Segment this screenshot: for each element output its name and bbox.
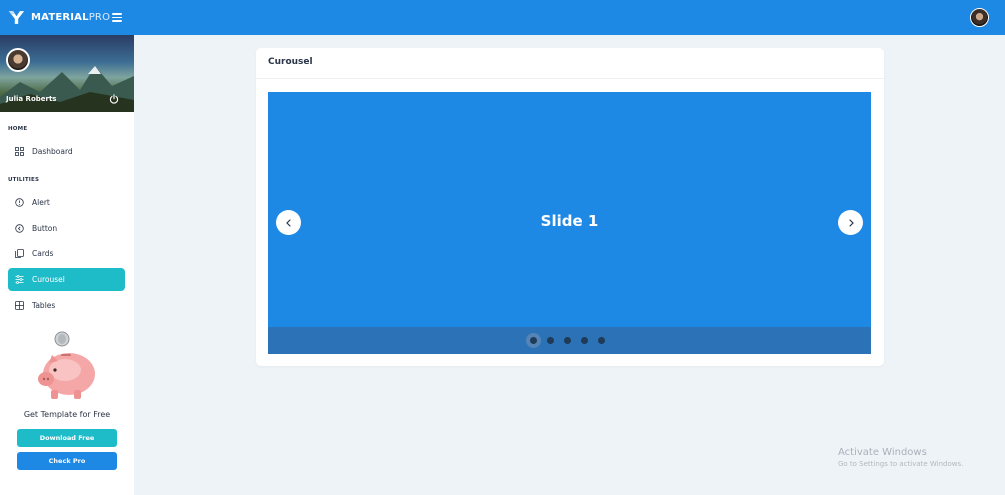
brand-name: MATERIALPRO (31, 12, 111, 23)
grid-icon (15, 147, 24, 156)
section-label-utilities: UTILITIES (8, 177, 40, 183)
sidebar-item-label: Dashboard (32, 147, 73, 156)
info-circle-icon (15, 198, 24, 207)
sidebar: Julia Roberts HOME Dashboard UTILITIES A… (0, 35, 134, 495)
chevron-left-icon (285, 218, 291, 227)
sidebar-item-curousel[interactable]: Curousel (8, 268, 125, 291)
sidebar-item-label: Button (32, 224, 58, 233)
profile-name: Julia Roberts (6, 95, 57, 103)
user-avatar[interactable] (970, 8, 989, 27)
carousel-next-button[interactable] (838, 210, 863, 235)
carousel-indicators (268, 327, 871, 354)
sidebar-item-alert[interactable]: Alert (8, 191, 125, 214)
sidebar-item-dashboard[interactable]: Dashboard (8, 140, 125, 163)
carousel-card: Curousel Slide 1 (256, 48, 884, 366)
sidebar-item-tables[interactable]: Tables (8, 294, 125, 317)
chevron-right-icon (848, 218, 854, 227)
sidebar-item-label: Cards (32, 249, 54, 258)
download-free-button[interactable]: Download Free (17, 429, 117, 447)
sliders-icon (15, 275, 24, 284)
sidebar-item-button[interactable]: Button (8, 217, 125, 240)
profile-avatar[interactable] (6, 48, 30, 72)
carousel-indicator-dot[interactable] (581, 337, 588, 344)
activate-windows-subtitle: Go to Settings to activate Windows. (838, 460, 964, 468)
circle-arrow-icon (15, 224, 24, 233)
power-icon[interactable] (109, 94, 119, 104)
promo-text: Get Template for Free (23, 410, 111, 419)
card-divider (256, 78, 884, 79)
sidebar-item-cards[interactable]: Cards (8, 242, 125, 265)
sidebar-item-label: Alert (32, 198, 50, 207)
carousel-indicator-dot[interactable] (547, 337, 554, 344)
menu-toggle-icon[interactable] (112, 13, 122, 22)
check-pro-button[interactable]: Check Pro (17, 452, 117, 470)
section-label-home: HOME (8, 126, 28, 132)
sidebar-item-label: Curousel (32, 275, 65, 284)
carousel-prev-button[interactable] (276, 210, 301, 235)
indicator-dots (525, 333, 610, 348)
carousel[interactable]: Slide 1 (268, 92, 871, 354)
carousel-indicator-dot[interactable] (564, 337, 571, 344)
brand-logo[interactable]: MATERIALPRO (8, 0, 110, 35)
sidebar-item-label: Tables (32, 301, 56, 310)
carousel-indicator-dot[interactable] (598, 337, 605, 344)
profile-header: Julia Roberts (0, 35, 134, 112)
carousel-indicator-dot[interactable] (530, 337, 537, 344)
card-title: Curousel (268, 57, 313, 67)
piggy-bank-illustration (38, 331, 95, 399)
cards-icon (15, 249, 24, 258)
activate-windows-title: Activate Windows (838, 447, 927, 458)
slide-text: Slide 1 (540, 212, 599, 230)
logo-icon (8, 11, 25, 24)
table-icon (15, 301, 24, 310)
top-bar: MATERIALPRO (0, 0, 1005, 35)
